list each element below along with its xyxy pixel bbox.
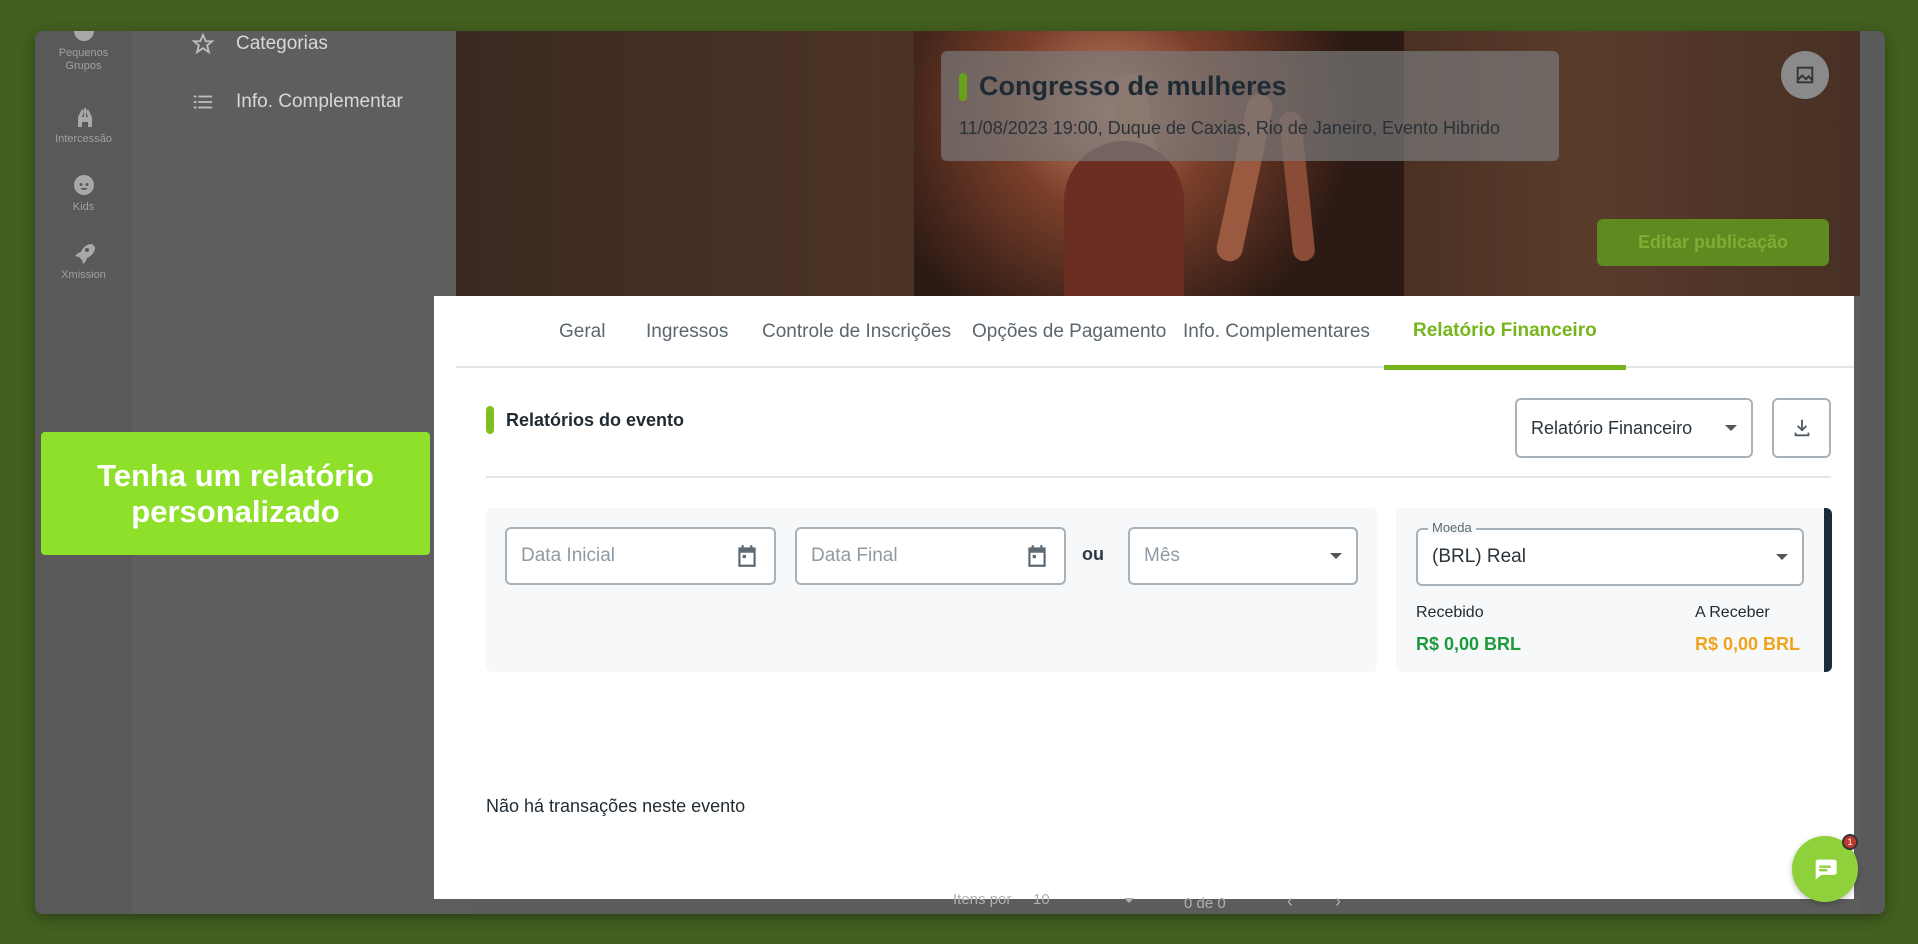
tab-info-complementares[interactable]: Info. Complementares bbox=[1183, 296, 1370, 368]
end-date-field[interactable]: Data Final bbox=[795, 527, 1066, 585]
received-value: R$ 0,00 BRL bbox=[1416, 634, 1522, 654]
event-title: Congresso de mulheres bbox=[979, 71, 1287, 101]
chat-badge: 1 bbox=[1842, 834, 1858, 850]
event-title-card: Congresso de mulheres 11/08/2023 19:00, … bbox=[941, 51, 1559, 161]
right-strip bbox=[1860, 31, 1885, 914]
change-image-button[interactable] bbox=[1781, 51, 1829, 99]
promo-callout: Tenha um relatório personalizado bbox=[41, 432, 430, 555]
receivable-value: R$ 0,00 BRL bbox=[1695, 634, 1801, 654]
chevron-down-icon bbox=[1776, 554, 1788, 560]
rocket-icon bbox=[72, 241, 96, 265]
start-date-field[interactable]: Data Inicial bbox=[505, 527, 776, 585]
tab-relatorio-financeiro[interactable]: Relatório Financeiro bbox=[1384, 296, 1626, 370]
rail-label: Intercessão bbox=[55, 133, 112, 145]
submenu-label: Categorias bbox=[236, 33, 328, 54]
receivable-label: A Receber bbox=[1695, 604, 1770, 621]
chat-button[interactable]: 1 bbox=[1792, 834, 1858, 902]
tab-geral[interactable]: Geral bbox=[559, 296, 605, 368]
edit-publication-button[interactable]: Editar publicação bbox=[1597, 219, 1829, 266]
month-select[interactable]: Mês bbox=[1128, 527, 1358, 585]
currency-summary-box: Moeda (BRL) Real Recebido R$ 0,00 BRL A … bbox=[1396, 508, 1832, 672]
rail-label: Kids bbox=[72, 201, 95, 213]
report-panel: Geral Ingressos Controle de Inscrições O… bbox=[434, 296, 1854, 899]
chat-icon bbox=[1815, 859, 1837, 880]
chevron-down-icon bbox=[1725, 425, 1737, 431]
event-banner: Congresso de mulheres 11/08/2023 19:00, … bbox=[456, 31, 1860, 296]
currency-value: (BRL) Real bbox=[1432, 546, 1526, 567]
praying-hands-icon bbox=[72, 105, 96, 129]
rail-label: Pequenos Grupos bbox=[58, 47, 109, 72]
rail-label: Xmission bbox=[61, 269, 106, 281]
rail-item-xmission[interactable]: Xmission bbox=[35, 241, 132, 282]
submenu-item-categorias[interactable]: Categorias bbox=[192, 33, 328, 55]
download-button[interactable] bbox=[1772, 398, 1831, 458]
month-placeholder: Mês bbox=[1144, 545, 1180, 566]
report-type-value: Relatório Financeiro bbox=[1531, 417, 1693, 438]
section-header: Relatórios do evento bbox=[486, 406, 684, 434]
currency-select[interactable]: Moeda (BRL) Real bbox=[1416, 520, 1804, 586]
calendar-icon[interactable] bbox=[1024, 543, 1050, 569]
report-type-select[interactable]: Relatório Financeiro bbox=[1515, 398, 1753, 458]
download-icon bbox=[1794, 419, 1809, 437]
rail-item-pequenos-grupos[interactable]: Pequenos Grupos bbox=[35, 31, 132, 73]
group-icon bbox=[72, 31, 96, 43]
section-divider bbox=[486, 476, 1831, 478]
end-date-placeholder: Data Final bbox=[811, 545, 898, 566]
or-label: ou bbox=[1082, 544, 1104, 564]
rail-item-intercessao[interactable]: Intercessão bbox=[35, 105, 132, 146]
image-icon bbox=[1796, 66, 1814, 84]
tab-controle-inscricoes[interactable]: Controle de Inscrições bbox=[762, 296, 951, 368]
tab-ingressos[interactable]: Ingressos bbox=[646, 296, 728, 368]
submenu-label: Info. Complementar bbox=[236, 91, 403, 112]
tab-bar: Geral Ingressos Controle de Inscrições O… bbox=[456, 296, 1854, 370]
received-label: Recebido bbox=[1416, 604, 1484, 621]
event-details: 11/08/2023 19:00, Duque de Caxias, Rio d… bbox=[959, 118, 1501, 138]
child-face-icon bbox=[72, 173, 96, 197]
title-accent-mark bbox=[959, 72, 967, 101]
section-accent-mark bbox=[486, 406, 494, 434]
section-title: Relatórios do evento bbox=[506, 409, 685, 430]
star-icon bbox=[192, 33, 214, 55]
submenu-item-info-complementar[interactable]: Info. Complementar bbox=[192, 91, 403, 113]
calendar-icon[interactable] bbox=[734, 543, 760, 569]
date-filter-box: Data Inicial Data Final ou Mês bbox=[486, 508, 1377, 672]
list-icon bbox=[193, 95, 213, 109]
currency-label: Moeda bbox=[1428, 520, 1476, 535]
chevron-down-icon bbox=[1330, 553, 1342, 559]
start-date-placeholder: Data Inicial bbox=[521, 545, 615, 566]
rail-item-kids[interactable]: Kids bbox=[35, 173, 132, 214]
tab-opcoes-pagamento[interactable]: Opções de Pagamento bbox=[972, 296, 1166, 368]
empty-transactions-message: Não há transações neste evento bbox=[486, 796, 746, 816]
